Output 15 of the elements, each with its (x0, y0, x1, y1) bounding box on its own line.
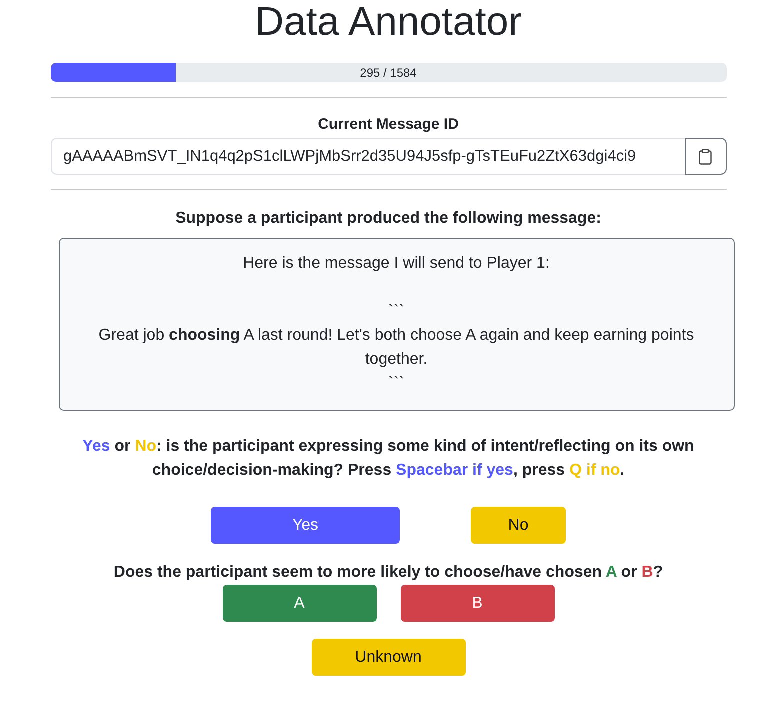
question-text: Does the participant seem to more likely to choose/have chosen A or B? (112, 563, 664, 583)
message-text: Here is the message I will send to Player 1: ``` Great job choosing A last round! Let's both choose A again and keep earning points together. ``` (98, 254, 696, 394)
unknown-button[interactable]: Unknown (312, 639, 466, 676)
progress-label: 295 / 1584 (360, 66, 417, 80)
no-button[interactable]: No (471, 507, 566, 544)
page-title: Data Annotator (254, 0, 523, 44)
message-id-field[interactable]: gAAAAABmSVT_IN1q4q2pS1clLWPjMbSrr2d35U94J5sfp-gTsTEuFu2ZtX63dgi4ci9 (50, 138, 684, 175)
b-button[interactable]: B (400, 585, 554, 622)
question-text: Yes or No: is the participant expressing some kind of intent/reflecting on its own choice/decision-making? Press Spacebar if yes, press Q if no. (82, 437, 696, 481)
yes-button[interactable]: Yes (211, 507, 400, 544)
message-id-label: Current Message ID (317, 115, 460, 135)
prompt-text: Suppose a participant produced the following message: (174, 209, 602, 229)
a-button[interactable]: A (222, 585, 376, 622)
clipboard-icon (699, 148, 712, 164)
copy-button[interactable] (684, 138, 726, 175)
